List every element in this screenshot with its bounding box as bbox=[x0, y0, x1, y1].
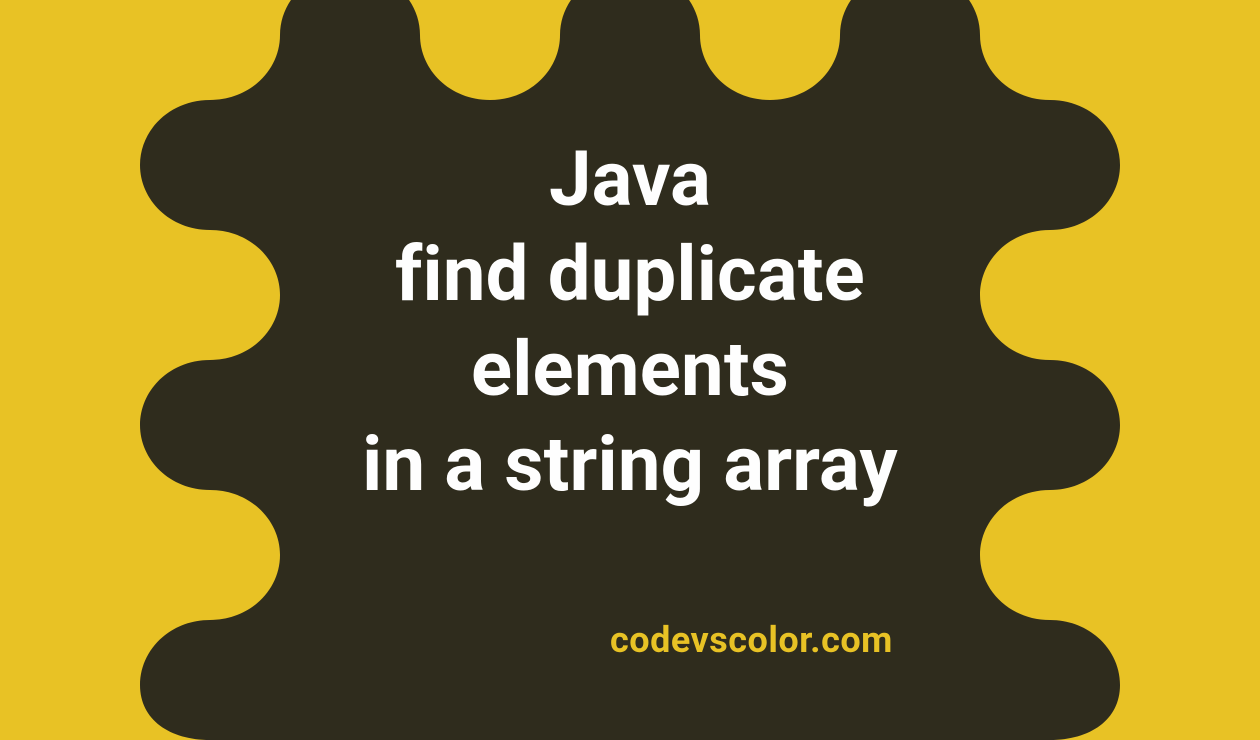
hero-title: Java find duplicate elements in a string… bbox=[0, 132, 1260, 512]
title-line-2: find duplicate bbox=[395, 229, 865, 319]
title-line-4: in a string array bbox=[362, 419, 898, 509]
title-line-3: elements bbox=[471, 324, 789, 414]
title-line-1: Java bbox=[549, 134, 711, 224]
credit-text: codevscolor.com bbox=[610, 619, 893, 661]
